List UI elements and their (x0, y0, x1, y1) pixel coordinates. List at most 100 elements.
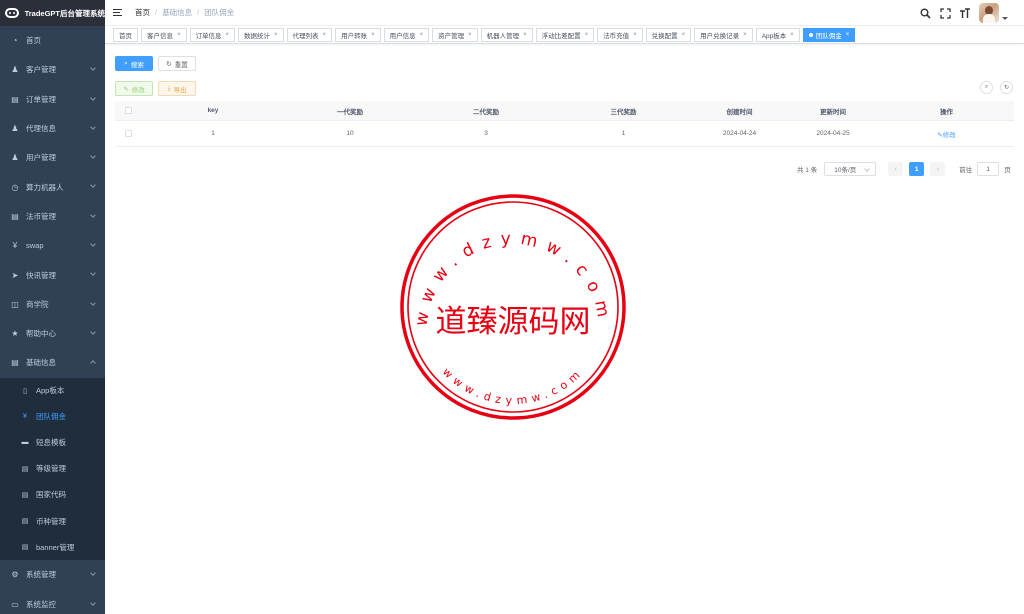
close-icon[interactable]: × (585, 32, 589, 38)
close-icon[interactable]: × (743, 32, 747, 38)
sidebar-item-agents[interactable]: ♟ 代理信息 (0, 114, 105, 143)
navbar: 首页 / 基础信息 / 团队佣金 (105, 0, 1024, 26)
cell-created: 2024-04-24 (722, 130, 757, 137)
close-icon[interactable]: × (274, 32, 278, 38)
logo[interactable]: TradeGPT后台管理系统 (0, 0, 105, 26)
stamp-center-text: 道臻源码网 (436, 304, 591, 340)
sidebar-item-app-version[interactable]: ▯ App板本 (0, 378, 105, 404)
fullscreen-icon[interactable] (939, 7, 951, 19)
sidebar-item-monitor[interactable]: ▭ 系统监控 (0, 590, 105, 614)
table-row[interactable]: 1 10 3 1 2024-04-24 2024-04-25 ✎修改 (115, 121, 1014, 147)
document-icon: ▤ (11, 358, 19, 368)
sidebar-item-home[interactable]: ◔ 首页 (0, 26, 105, 55)
close-icon[interactable]: × (682, 32, 686, 38)
sidebar-item-news[interactable]: ➤ 快讯管理 (0, 260, 105, 289)
hamburger-icon[interactable] (113, 8, 125, 17)
tag-team-commission[interactable]: 团队佣金 × (802, 27, 856, 42)
tag-order-info[interactable]: 订单信息 × (189, 27, 236, 42)
watermark-stamp: www.dzymw.com 道臻源码网 www.dzymw.com (400, 194, 626, 420)
sidebar-item-system[interactable]: ⚙ 系统管理 (0, 560, 105, 589)
close-icon[interactable]: × (371, 32, 375, 38)
page-number-button[interactable]: 1 (909, 162, 925, 176)
document-icon: ▤ (21, 465, 29, 473)
chevron-down-icon (90, 94, 96, 101)
close-icon[interactable]: × (226, 32, 230, 38)
column-header: 创建时间 (726, 108, 753, 116)
sidebar-item-academy[interactable]: ◫ 商学院 (0, 290, 105, 319)
tag-exchange-config[interactable]: 兑换配置 × (645, 27, 692, 42)
goto-page-input[interactable]: 1 (977, 162, 1000, 176)
reset-button[interactable]: ↻ 重置 (158, 56, 196, 71)
sidebar-item-label: 系统监控 (26, 599, 56, 609)
page-size-select[interactable]: 10条/页 (824, 162, 877, 176)
tag-stats[interactable]: 数据统计 × (238, 27, 284, 42)
sidebar-item-basic-info[interactable]: ▤ 基础信息 (0, 348, 105, 377)
close-icon[interactable]: × (790, 32, 794, 38)
tag-customer-info[interactable]: 客户信息 × (141, 27, 187, 42)
close-icon[interactable]: × (323, 32, 327, 38)
sidebar-item-help[interactable]: ★ 帮助中心 (0, 319, 105, 348)
breadcrumb-current: 团队佣金 (204, 8, 235, 17)
caret-down-icon[interactable] (1002, 16, 1008, 20)
yen-icon: ¥ (23, 413, 27, 421)
row-edit-link[interactable]: ✎修改 (879, 129, 1014, 139)
column-header: 更新时间 (820, 108, 846, 116)
avatar[interactable] (979, 3, 999, 23)
close-icon[interactable]: × (523, 32, 527, 38)
cell-key: 1 (211, 130, 215, 137)
sidebar-item-swap[interactable]: ¥ swap (0, 231, 105, 260)
edit-button[interactable]: ✎ 修改 (115, 81, 153, 96)
tag-user-transfer[interactable]: 用户转账 × (335, 27, 381, 42)
sidebar-item-levels[interactable]: ▤ 等级管理 (0, 456, 105, 482)
goto-label: 前往 (959, 167, 973, 174)
export-button[interactable]: ⤓ 导出 (158, 81, 196, 96)
edit-icon: ✎ (123, 85, 129, 93)
tag-fiat-recharge[interactable]: 法币充值 × (597, 27, 643, 42)
close-icon[interactable]: × (846, 32, 850, 38)
tag-user-info[interactable]: 用户信息 × (383, 27, 430, 42)
row-checkbox[interactable] (125, 130, 132, 137)
search-icon[interactable] (919, 7, 931, 19)
star-icon: ★ (11, 329, 19, 339)
sidebar-item-label: 法币管理 (26, 211, 56, 221)
font-size-icon[interactable] (959, 7, 971, 19)
refresh-button[interactable]: ↻ (1000, 81, 1013, 94)
sidebar-item-robots[interactable]: ◷ 算力机器人 (0, 172, 105, 201)
column-header: 操作 (940, 108, 953, 116)
sidebar-item-fiat[interactable]: ▤ 法币管理 (0, 202, 105, 231)
close-icon[interactable]: × (177, 32, 181, 38)
select-all-checkbox[interactable] (125, 107, 132, 114)
close-icon[interactable]: × (420, 32, 424, 38)
column-header: 三代奖励 (610, 108, 637, 116)
sidebar-item-customers[interactable]: ♟ 客户管理 (0, 55, 105, 84)
sidebar-item-orders[interactable]: ▤ 订单管理 (0, 85, 105, 114)
tag-exchange-records[interactable]: 用户兑换记录 × (694, 27, 753, 42)
tag-float-config[interactable]: 浮动比差配置 × (535, 27, 595, 42)
sidebar-item-label: 团队佣金 (36, 412, 66, 422)
next-page-button[interactable]: › (930, 162, 946, 176)
toggle-search-button[interactable]: ⌕ (980, 81, 993, 94)
sidebar-item-sms-template[interactable]: ▬ 短息模板 (0, 430, 105, 456)
close-icon[interactable]: × (633, 32, 637, 38)
tag-agent-list[interactable]: 代理列表 × (286, 27, 333, 42)
tag-app-version[interactable]: App板本 × (755, 27, 800, 42)
column-header: key (207, 107, 219, 114)
sidebar-item-team-commission[interactable]: ¥ 团队佣金 (0, 404, 105, 430)
close-icon[interactable]: × (468, 32, 472, 38)
sidebar-item-banners[interactable]: ▤ banner管理 (0, 534, 105, 560)
sidebar-item-users[interactable]: ♟ 用户管理 (0, 143, 105, 172)
breadcrumb-home[interactable]: 首页 (135, 7, 150, 18)
sidebar-item-label: 客户管理 (26, 65, 56, 75)
sidebar-item-label: 等级管理 (36, 464, 66, 474)
sidebar-item-currencies[interactable]: ▤ 币种管理 (0, 508, 105, 534)
tag-home[interactable]: 首页 (113, 27, 138, 42)
search-icon: ⌕ (124, 59, 128, 67)
search-button[interactable]: ⌕ 搜索 (115, 56, 153, 71)
submenu-basic-info: ▯ App板本 ¥ 团队佣金 ▬ 短息模板 ▤ 等级管理 ▤ 国家代码 ▤ 币种… (0, 377, 105, 561)
chevron-down-icon (90, 570, 96, 577)
refresh-icon: ↻ (1003, 85, 1010, 91)
tag-assets[interactable]: 资产管理 × (432, 27, 478, 42)
tag-robots[interactable]: 机器人管理 × (480, 27, 533, 42)
prev-page-button[interactable]: ‹ (888, 162, 904, 176)
sidebar-item-country-codes[interactable]: ▤ 国家代码 (0, 482, 105, 508)
